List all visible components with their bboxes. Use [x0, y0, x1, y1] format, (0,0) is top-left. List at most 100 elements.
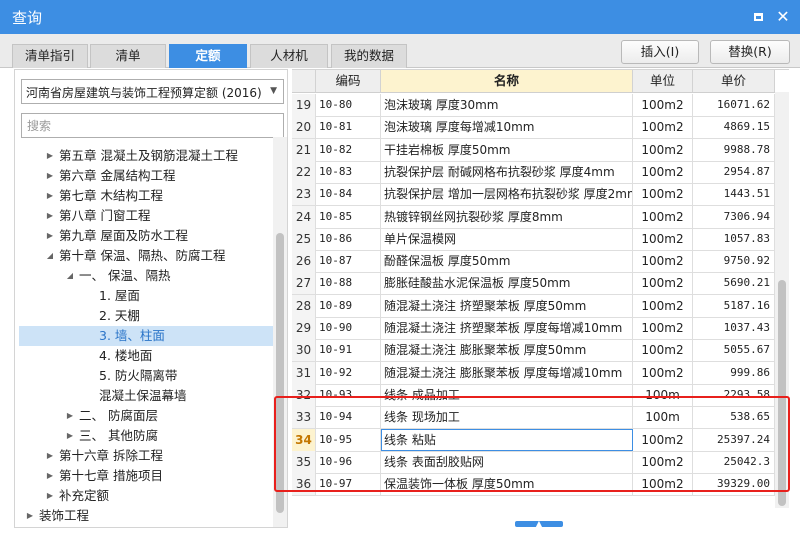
cell-unit[interactable]: 100m2 [633, 473, 693, 496]
cell-price[interactable]: 5187.16 [693, 294, 775, 317]
cell-name[interactable]: 随混凝土浇注 挤塑聚苯板 厚度每增减10mm [381, 317, 633, 339]
expand-right-icon[interactable]: ▶ [65, 406, 75, 426]
cell-code[interactable]: 10-85 [316, 205, 381, 228]
table-row[interactable]: 22 10-83 抗裂保护层 耐碱网格布抗裂砂浆 厚度4mm 100m2 2954.87 [292, 160, 789, 184]
tree-item[interactable]: ▶ 第五章 混凝土及钢筋混凝土工程 [19, 146, 273, 166]
cell-unit[interactable]: 100m2 [633, 116, 693, 139]
expand-down-icon[interactable]: ◢ [65, 266, 75, 286]
column-header-unit[interactable]: 单位 [633, 70, 693, 93]
table-row[interactable]: 32 10-93 线条 成品加工 100m 2293.58 [292, 383, 789, 407]
cell-price[interactable]: 1057.83 [693, 227, 775, 250]
cell-name[interactable]: 泡沫玻璃 厚度30mm [381, 94, 633, 116]
collapse-handle[interactable]: ▲ [515, 520, 563, 528]
cell-code[interactable]: 10-87 [316, 250, 381, 273]
table-row[interactable]: 23 10-84 抗裂保护层 增加一层网格布抗裂砂浆 厚度2mm 100m2 1443.… [292, 183, 789, 207]
row-index[interactable]: 34 [292, 428, 316, 451]
maximize-icon[interactable] [751, 9, 767, 25]
cell-code[interactable]: 10-86 [316, 227, 381, 250]
cell-name[interactable]: 线条 现场加工 [381, 406, 633, 429]
replace-button[interactable]: 替换(R) [710, 40, 790, 64]
row-index[interactable]: 19 [292, 94, 316, 116]
cell-name[interactable]: 酚醛保温板 厚度50mm [381, 250, 633, 273]
tree-item[interactable]: ◢ 一、 保温、隔热 [19, 266, 273, 286]
tree-item[interactable]: ▶ 二、 防腐面层 [19, 406, 273, 426]
row-index[interactable]: 35 [292, 450, 316, 473]
row-index[interactable]: 36 [292, 473, 316, 496]
row-index[interactable]: 27 [292, 272, 316, 295]
table-row[interactable]: 36 10-97 保温装饰一体板 厚度50mm 100m2 39329.00 [292, 473, 789, 497]
tree-scrollbar[interactable] [273, 137, 287, 527]
cell-unit[interactable]: 100m2 [633, 361, 693, 384]
tree-item[interactable]: 4. 楼地面 [19, 346, 273, 366]
table-row[interactable]: 31 10-92 随混凝土浇注 膨胀聚苯板 厚度每增减10mm 100m2 999.86 [292, 361, 789, 385]
cell-name[interactable]: 抗裂保护层 增加一层网格布抗裂砂浆 厚度2mm [381, 183, 633, 206]
cell-price[interactable]: 2293.58 [693, 383, 775, 406]
tree-item[interactable]: 2. 天棚 [19, 306, 273, 326]
table-row[interactable]: 24 10-85 热镀锌钢丝网抗裂砂浆 厚度8mm 100m2 7306.94 [292, 205, 789, 229]
cell-code[interactable]: 10-84 [316, 183, 381, 206]
cell-price[interactable]: 538.65 [693, 406, 775, 429]
cell-name[interactable]: 膨胀硅酸盐水泥保温板 厚度50mm [381, 272, 633, 295]
tree-item[interactable]: ▶ 第十七章 措施项目 [19, 466, 273, 486]
cell-price[interactable]: 25397.24 [693, 428, 775, 451]
cell-unit[interactable]: 100m2 [633, 227, 693, 250]
table-row[interactable]: 33 10-94 线条 现场加工 100m 538.65 [292, 406, 789, 430]
cell-price[interactable]: 9988.78 [693, 138, 775, 161]
cell-code[interactable]: 10-96 [316, 450, 381, 473]
cell-unit[interactable]: 100m2 [633, 205, 693, 228]
tree-item[interactable]: ▶ 装饰工程 [19, 506, 273, 526]
cell-price[interactable]: 1443.51 [693, 183, 775, 206]
cell-code[interactable]: 10-92 [316, 361, 381, 384]
cell-unit[interactable]: 100m2 [633, 428, 693, 451]
cell-unit[interactable]: 100m [633, 383, 693, 406]
expand-right-icon[interactable]: ▶ [45, 466, 55, 486]
cell-unit[interactable]: 100m2 [633, 317, 693, 339]
expand-right-icon[interactable]: ▶ [45, 186, 55, 206]
cell-name[interactable]: 线条 表面刮胶贴网 [381, 450, 633, 473]
cell-unit[interactable]: 100m2 [633, 294, 693, 317]
cell-code[interactable]: 10-95 [316, 428, 381, 451]
search-input[interactable] [21, 113, 284, 138]
column-header-price[interactable]: 单价 [693, 70, 775, 93]
cell-price[interactable]: 1037.43 [693, 317, 775, 339]
row-index[interactable]: 23 [292, 183, 316, 206]
cell-price[interactable]: 9750.92 [693, 250, 775, 273]
cell-price[interactable]: 2954.87 [693, 160, 775, 183]
expand-right-icon[interactable]: ▶ [45, 486, 55, 506]
tree-item[interactable]: ◢ 第十章 保温、隔热、防腐工程 [19, 246, 273, 266]
row-index[interactable]: 26 [292, 250, 316, 273]
cell-name[interactable]: 干挂岩棉板 厚度50mm [381, 138, 633, 161]
tree-item[interactable]: ▶ 第十六章 拆除工程 [19, 446, 273, 466]
row-index[interactable]: 24 [292, 205, 316, 228]
cell-name[interactable]: 抗裂保护层 耐碱网格布抗裂砂浆 厚度4mm [381, 160, 633, 183]
row-index[interactable]: 32 [292, 383, 316, 406]
table-row[interactable]: 26 10-87 酚醛保温板 厚度50mm 100m2 9750.92 [292, 250, 789, 274]
row-index[interactable]: 21 [292, 138, 316, 161]
table-scrollbar-thumb[interactable] [778, 280, 786, 506]
expand-right-icon[interactable]: ▶ [45, 446, 55, 466]
cell-price[interactable]: 16071.62 [693, 94, 775, 116]
cell-code[interactable]: 10-82 [316, 138, 381, 161]
tree-item[interactable]: ▶ 第九章 屋面及防水工程 [19, 226, 273, 246]
column-header-name[interactable]: 名称 [381, 70, 633, 93]
cell-price[interactable]: 5055.67 [693, 339, 775, 362]
cell-code[interactable]: 10-97 [316, 473, 381, 496]
tab-bill-guide[interactable]: 清单指引 [12, 44, 88, 68]
tree-item[interactable]: ▶ 第七章 木结构工程 [19, 186, 273, 206]
tree-item[interactable]: ▶ 三、 其他防腐 [19, 426, 273, 446]
table-row[interactable]: 19 10-80 泡沫玻璃 厚度30mm 100m2 16071.62 [292, 94, 789, 117]
column-header-code[interactable]: 编码 [316, 70, 381, 93]
table-row[interactable]: 28 10-89 随混凝土浇注 挤塑聚苯板 厚度50mm 100m2 5187.16 [292, 294, 789, 318]
tab-my-data[interactable]: 我的数据 [331, 44, 407, 68]
cell-price[interactable]: 39329.00 [693, 473, 775, 496]
cell-code[interactable]: 10-89 [316, 294, 381, 317]
cell-unit[interactable]: 100m2 [633, 138, 693, 161]
expand-right-icon[interactable]: ▶ [45, 146, 55, 166]
tree-scrollbar-thumb[interactable] [276, 233, 284, 513]
cell-price[interactable]: 4869.15 [693, 116, 775, 139]
cell-code[interactable]: 10-90 [316, 317, 381, 339]
table-row[interactable]: 27 10-88 膨胀硅酸盐水泥保温板 厚度50mm 100m2 5690.21 [292, 272, 789, 296]
expand-right-icon[interactable]: ▶ [25, 506, 35, 526]
tree-item[interactable]: 3. 墙、柱面 [19, 326, 273, 346]
cell-name[interactable]: 随混凝土浇注 膨胀聚苯板 厚度每增减10mm [381, 361, 633, 384]
